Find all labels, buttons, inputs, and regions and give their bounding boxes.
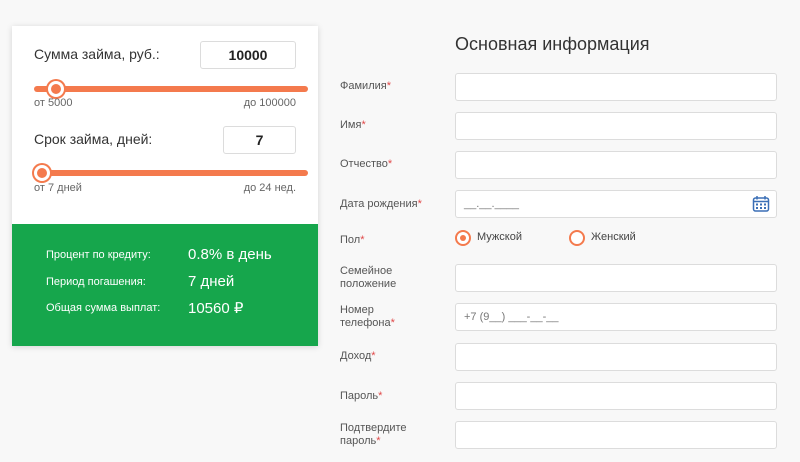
term-min-label: от 7 дней — [34, 182, 82, 194]
confirm-password-input[interactable] — [455, 421, 777, 449]
period-value: 7 дней — [188, 273, 235, 290]
patronymic-label: Отчество* — [340, 158, 393, 170]
patronymic-input[interactable] — [455, 151, 777, 179]
birth-date-placeholder: __.__.____ — [464, 198, 520, 210]
birth-date-input[interactable]: __.__.____ — [455, 190, 777, 218]
term-label: Срок займа, дней: — [34, 131, 153, 147]
income-input[interactable] — [455, 343, 777, 371]
last-name-label: Фамилия* — [340, 80, 391, 92]
term-slider[interactable] — [34, 165, 308, 181]
term-row: Срок займа, дней: 7 — [12, 126, 318, 154]
phone-input[interactable]: +7 (9__) ___-__-__ — [455, 303, 777, 331]
first-name-label: Имя* — [340, 119, 366, 131]
term-slider-track — [34, 170, 308, 176]
password-input[interactable] — [455, 382, 777, 410]
amount-min-label: от 5000 — [34, 97, 73, 109]
total-label: Общая сумма выплат: — [46, 302, 161, 314]
rate-label: Процент по кредиту: — [46, 249, 151, 261]
amount-max-label: до 100000 — [243, 97, 296, 109]
password-label: Пароль* — [340, 390, 383, 402]
birth-date-label: Дата рождения* — [340, 198, 422, 210]
income-label: Доход* — [340, 350, 376, 362]
amount-label: Сумма займа, руб.: — [34, 46, 160, 62]
marital-status-label: Семейное положение — [340, 265, 397, 290]
radio-selected-icon — [455, 230, 471, 246]
phone-placeholder: +7 (9__) ___-__-__ — [464, 311, 559, 323]
loan-summary: Процент по кредиту: 0.8% в день Период п… — [12, 224, 318, 346]
radio-unselected-icon — [569, 230, 585, 246]
calendar-icon[interactable] — [752, 195, 770, 213]
rate-value: 0.8% в день — [188, 246, 272, 263]
loan-calculator: Сумма займа, руб.: 10000 от 5000 до 1000… — [12, 26, 318, 346]
amount-input[interactable]: 10000 — [200, 41, 296, 69]
first-name-input[interactable] — [455, 112, 777, 140]
gender-label: Пол* — [340, 234, 365, 246]
amount-slider[interactable] — [34, 81, 308, 97]
phone-label: Номер телефона* — [340, 304, 395, 329]
total-value: 10560 ₽ — [188, 300, 244, 317]
amount-slider-handle[interactable] — [48, 81, 64, 97]
term-max-label: до 24 нед. — [243, 182, 296, 194]
form-title: Основная информация — [455, 34, 650, 54]
marital-status-input[interactable] — [455, 264, 777, 292]
term-slider-handle[interactable] — [34, 165, 50, 181]
term-input[interactable]: 7 — [223, 126, 296, 154]
last-name-input[interactable] — [455, 73, 777, 101]
confirm-password-label: Подтвердите пароль* — [340, 422, 407, 447]
amount-row: Сумма займа, руб.: 10000 — [12, 41, 318, 69]
period-label: Период погашения: — [46, 276, 146, 288]
amount-slider-track — [34, 86, 308, 92]
